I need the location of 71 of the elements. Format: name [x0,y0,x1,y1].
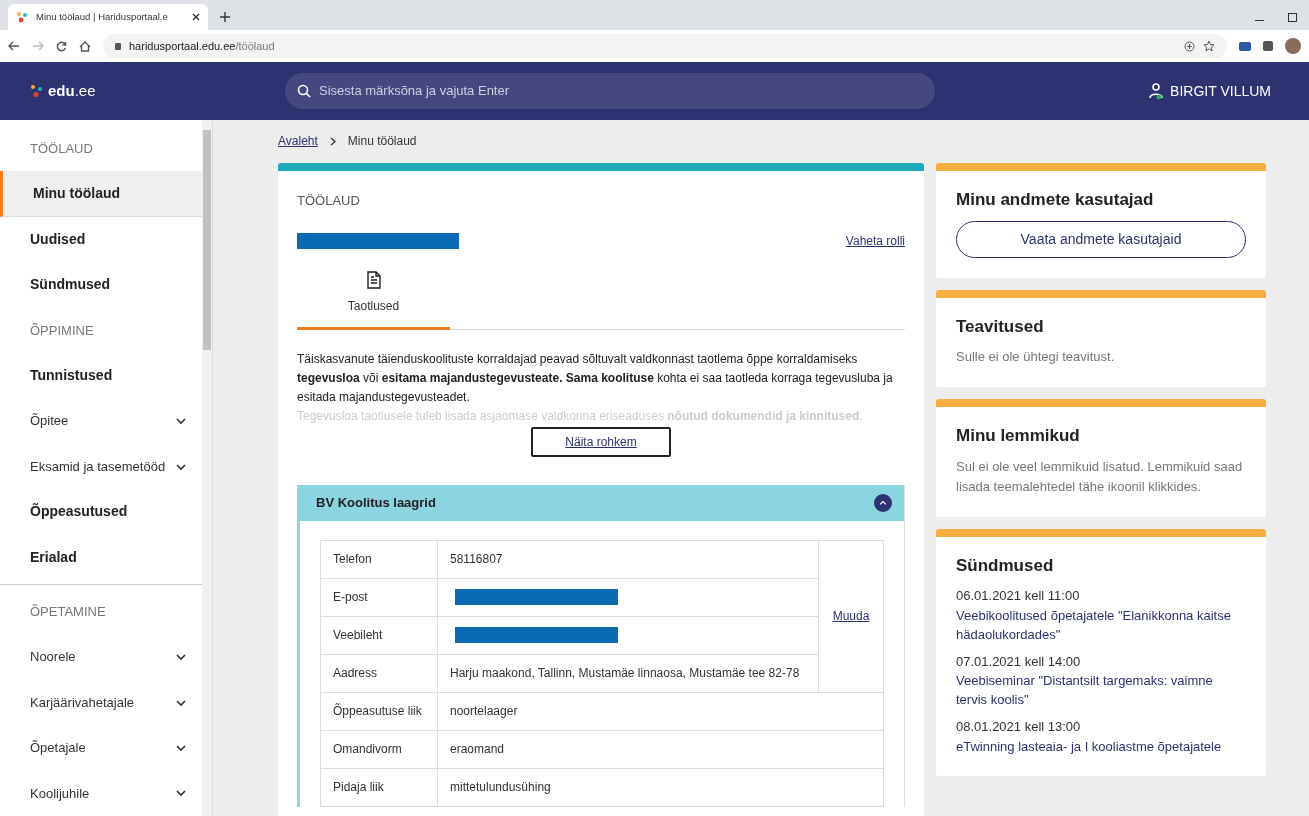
sidebar-item[interactable]: Uudised [0,216,203,263]
user-menu[interactable]: BIRGIT VILLUM [1148,80,1271,102]
event-link[interactable]: eTwinning lasteaia- ja I kooliastme õpetajatele [956,736,1246,756]
card-text: Sulle ei ole ühtegi teavitust. [956,348,1116,366]
show-more-button[interactable]: Näita rohkem [531,426,671,457]
collapse-toggle-icon[interactable] [874,493,892,512]
document-icon [366,270,381,289]
section-heading: ÕPETAMINE [30,603,106,621]
breadcrumb-link[interactable]: Avaleht [278,132,318,150]
table-cell: eraomand [437,730,884,768]
table-cell: noortelaager [437,692,884,730]
table-cell: Omandivorm [320,730,438,768]
event-date: 06.01.2021 kell 11:00 [956,587,1081,605]
card-title: Minu andmete kasutajad [956,189,1155,211]
sidebar-item[interactable]: Õpitee [0,398,203,444]
table-cell: mittetulundusühing [437,768,884,806]
card-title: Teavitused [956,315,1045,338]
search-field[interactable]: Sisesta märksõna ja vajuta Enter [285,73,935,109]
tab[interactable]: Taotlused [297,270,450,330]
search-icon [297,84,311,98]
event-date: 07.01.2021 kell 14:00 [956,652,1082,671]
sidebar-item[interactable]: Õppeasutused [0,489,203,535]
scrollbar[interactable] [202,120,212,816]
card-title: Minu lemmikud [956,425,1081,447]
lock-icon [115,42,121,50]
event-date: 08.01.2021 kell 13:00 [956,718,1082,736]
table-cell: Telefon [320,540,438,578]
card-title: Sündmused [956,554,1055,577]
description-text: Täiskasvanute täienduskoolituste korraldajad peavad sõltuvalt valdkonnast taotlema õppe korraldamiseks tegevusloa või esitama majandustegevusteate. Sama koolituse kohta ei saa taotleda korraga tegevusluba ja esitada majandustegevusteadet. [297,350,894,406]
sidebar-item[interactable]: Sündmused [0,262,203,308]
logo[interactable]: edu.ee [30,79,285,103]
edit-link[interactable]: Muuda [832,609,870,623]
sidebar-item[interactable]: Tunnistused [0,353,203,399]
profile-avatar[interactable] [1285,38,1301,54]
sidebar-item[interactable]: Eksamid ja tasemetööd [0,443,203,490]
close-icon[interactable] [192,13,200,21]
table-cell: Aadress [320,654,438,692]
tab-title: Minu töölaud | Haridusportaal.e [36,9,168,24]
section-heading: TÖÖLAUD [30,139,93,158]
zoom-icon[interactable] [1184,40,1195,52]
event-link[interactable]: Veebiseminar "Distantsilt targemaks: vaimne tervis koolis" [956,671,1246,709]
sidebar-item[interactable]: Koolijuhile [0,770,203,816]
search-input[interactable]: Sisesta märksõna ja vajuta Enter [319,81,923,101]
home-icon[interactable] [79,40,91,52]
breadcrumb-separator-icon [329,136,336,146]
section-heading: ÕPPIMINE [30,321,94,340]
sidebar-item[interactable]: Erialad [0,534,203,581]
sidebar-item[interactable]: Õpetajale [0,725,203,771]
table-cell: Veebileht [320,616,438,654]
overline: TÖÖLAUD [297,192,361,210]
accordion-header[interactable]: BV Koolitus laagrid [300,484,904,521]
star-icon[interactable] [1203,40,1215,52]
restore-icon[interactable] [1288,13,1297,22]
card-text: Sul ei ole veel lemmikuid lisatud. Lemmikuid saad lisada teemalehtedel tähe ikoonil klikkides. [956,457,1244,496]
new-tab-icon[interactable] [220,12,230,22]
reload-icon[interactable] [56,40,67,52]
url-field[interactable]: haridusportaal.edu.ee/töölaud [103,34,1227,58]
event-link[interactable]: Veebikoolitused õpetajatele "Elanikkonna kaitse hädaolukordades" [956,605,1246,644]
breadcrumb-current: Minu töölaud [347,133,417,150]
table-cell: 58116807 [437,540,819,578]
table-cell: Pidaja liik [320,768,438,806]
site-logo-icon [16,11,28,23]
sidebar-item[interactable]: Karjäärivahetajale [0,679,203,726]
switch-role-link[interactable]: Vaheta rolli [845,231,905,250]
browser-tab[interactable]: Minu töölaud | Haridusportaal.e [8,4,208,30]
table-cell: Õppeasutuse liik [320,692,438,730]
sidebar-item[interactable]: Minu töölaud [0,171,203,217]
sidebar-item[interactable]: Noorele [0,634,203,680]
back-icon[interactable] [8,41,20,51]
table-cell: E-post [320,578,438,616]
logo-dots-icon [30,84,44,98]
